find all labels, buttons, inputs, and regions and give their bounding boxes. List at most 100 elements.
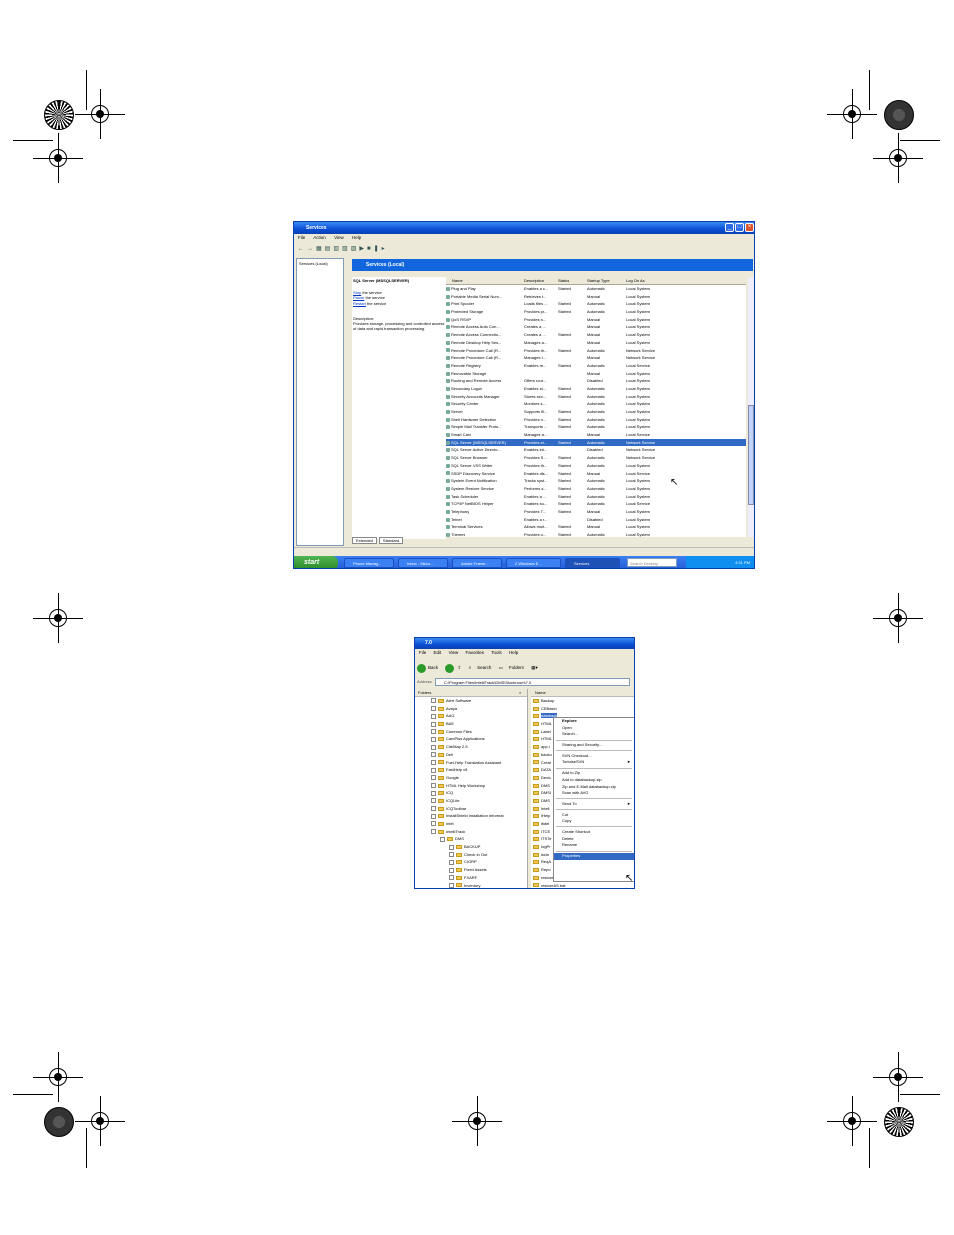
folder-tree-item[interactable]: AAG bbox=[415, 712, 527, 720]
service-row[interactable]: Shell Hardware Detection Provides n... Sta… bbox=[446, 416, 746, 424]
context-menu-item[interactable]: Add to databackup.zip bbox=[554, 777, 634, 784]
expand-icon[interactable] bbox=[449, 867, 454, 873]
menu-action[interactable]: Action bbox=[313, 235, 326, 240]
folder-tree-item[interactable]: HTML Help Workshop bbox=[415, 782, 527, 790]
service-row[interactable]: Task Scheduler Enables a ... Started Automa… bbox=[446, 493, 746, 501]
context-menu-item[interactable]: SVN Checkout... bbox=[554, 753, 634, 760]
expand-icon[interactable] bbox=[431, 783, 436, 788]
taskbar-item-inbox[interactable]: Inbox - Micro... bbox=[398, 558, 448, 568]
maximize-button[interactable]: □ bbox=[735, 223, 744, 232]
desktop-search-input[interactable]: Search Desktop bbox=[627, 558, 677, 567]
file-item[interactable]: Backup bbox=[531, 697, 634, 705]
column-description[interactable]: Description bbox=[524, 277, 544, 284]
service-row[interactable]: Plug and Play Enables a c... Started Automa… bbox=[446, 285, 746, 293]
context-menu-item[interactable]: Create Shortcut bbox=[554, 829, 634, 836]
context-menu-item[interactable]: Rename bbox=[554, 842, 634, 849]
context-menu-item[interactable]: Cut bbox=[554, 812, 634, 819]
close-folders-icon[interactable]: × bbox=[519, 689, 521, 696]
start-button[interactable]: start bbox=[294, 556, 338, 568]
service-row[interactable]: Terminal Services Allows mult... Started Ma… bbox=[446, 523, 746, 531]
folder-tree-item[interactable]: Common Files bbox=[415, 728, 527, 736]
service-row[interactable]: TCP/IP NetBIOS Helper Enables su... Starte… bbox=[446, 500, 746, 508]
folder-tree-item[interactable]: ICQLite bbox=[415, 797, 527, 805]
expand-icon[interactable] bbox=[431, 813, 436, 819]
folder-tree-item[interactable]: DMS bbox=[415, 835, 527, 843]
back-arrow-icon[interactable]: ← bbox=[298, 246, 307, 252]
folder-tree-item[interactable]: ICQToolbar bbox=[415, 805, 527, 813]
context-menu-item[interactable]: Scan with AVG bbox=[554, 790, 634, 797]
restart-service-link[interactable]: Restart bbox=[353, 301, 366, 306]
column-status[interactable]: Status bbox=[558, 277, 569, 284]
column-startup-type[interactable]: Startup Type bbox=[587, 277, 610, 284]
expand-icon[interactable] bbox=[431, 752, 436, 758]
service-row[interactable]: Protected Storage Provides pr... Started Au… bbox=[446, 308, 746, 316]
expand-icon[interactable] bbox=[431, 706, 436, 712]
tab-standard[interactable]: Standard bbox=[378, 537, 404, 544]
service-row[interactable]: Security Accounts Manager Stores sec... St… bbox=[446, 393, 746, 401]
folder-tree-item[interactable]: CiteMap 2.5 bbox=[415, 743, 527, 751]
file-item[interactable]: CEBatch bbox=[531, 705, 634, 713]
folder-tree-item[interactable]: IntelliTrack bbox=[415, 828, 527, 836]
expand-icon[interactable] bbox=[449, 882, 454, 888]
services-scrollbar[interactable] bbox=[748, 277, 754, 537]
service-row[interactable]: Routing and Remote Access Offers rout... D… bbox=[446, 377, 746, 385]
expand-icon[interactable] bbox=[431, 759, 436, 765]
folder-tree-item[interactable]: FXARF bbox=[415, 874, 527, 882]
folder-tree-item[interactable]: FastHelp v5 bbox=[415, 766, 527, 774]
expand-icon[interactable] bbox=[449, 852, 454, 858]
folder-tree-item[interactable]: Dell bbox=[415, 751, 527, 759]
stop-service-icon[interactable]: ■ bbox=[367, 246, 374, 252]
taskbar-item-phone[interactable]: Phone Manag... bbox=[344, 558, 394, 568]
menu-edit[interactable]: Edit bbox=[434, 650, 442, 655]
service-row[interactable]: Print Spooler Loads files ... Started Autom… bbox=[446, 300, 746, 308]
taskbar-item-services[interactable]: Services bbox=[565, 558, 620, 568]
views-icon[interactable]: ▦▾ bbox=[531, 665, 538, 670]
folder-tree-item[interactable]: Intel bbox=[415, 820, 527, 828]
folder-tree-item[interactable]: BAE bbox=[415, 720, 527, 728]
taskbar-item-explorer[interactable]: 2 Windows E... bbox=[506, 558, 561, 568]
menu-help[interactable]: Help bbox=[509, 650, 518, 655]
restart-service-icon[interactable]: ▸ bbox=[382, 246, 388, 252]
context-menu-item[interactable]: Send To ► bbox=[554, 801, 634, 808]
close-button[interactable]: × bbox=[745, 223, 754, 232]
forward-arrow-icon[interactable]: → bbox=[307, 246, 316, 252]
expand-icon[interactable] bbox=[431, 729, 436, 735]
context-menu-item[interactable]: Add to Zip bbox=[554, 770, 634, 777]
file-item[interactable]: restoreAS.bat bbox=[531, 882, 634, 889]
context-menu-item[interactable]: Open bbox=[554, 725, 634, 732]
expand-icon[interactable] bbox=[440, 836, 445, 842]
address-input[interactable]: C:\Program Files\IntelliTrack\DMS\Stockr… bbox=[435, 678, 630, 686]
expand-icon[interactable] bbox=[431, 775, 436, 781]
service-row[interactable]: Telnet Enables a r... Disabled Local System bbox=[446, 516, 746, 524]
scrollbar-thumb[interactable] bbox=[748, 405, 754, 505]
menu-favorites[interactable]: Favorites bbox=[466, 650, 485, 655]
tab-extended[interactable]: Extended bbox=[352, 537, 377, 544]
menu-view[interactable]: View bbox=[449, 650, 459, 655]
service-row[interactable]: SQL Server VSS Writer Provides th... Start… bbox=[446, 462, 746, 470]
context-menu-item[interactable]: Zip and E-Mail databackup.zip bbox=[554, 784, 634, 791]
folder-tree-item[interactable]: Fixed Assets bbox=[415, 866, 527, 874]
expand-icon[interactable] bbox=[449, 844, 454, 850]
expand-icon[interactable] bbox=[431, 721, 436, 727]
service-row[interactable]: Remote Procedure Call (R... Manages t... M… bbox=[446, 354, 746, 362]
back-icon[interactable] bbox=[417, 663, 426, 673]
service-row[interactable]: Telephony Provides T... Started Manual Local… bbox=[446, 508, 746, 516]
service-row[interactable]: System Restore Service Performs s... Start… bbox=[446, 485, 746, 493]
service-row[interactable]: Smart Card Manages a... Manual Local Servic… bbox=[446, 431, 746, 439]
service-row[interactable]: Themes Provides u... Started Automatic Local… bbox=[446, 531, 746, 539]
start-service-icon[interactable]: ▶ bbox=[359, 246, 367, 252]
service-row[interactable]: Remote Desktop Help Ses... Manages a... Ma… bbox=[446, 339, 746, 347]
service-row[interactable]: SSDP Discovery Service Enables dis... Star… bbox=[446, 470, 746, 478]
service-row[interactable]: Remote Access Auto Con... Creates a ... Ma… bbox=[446, 323, 746, 331]
menu-help[interactable]: Help bbox=[352, 235, 361, 240]
expand-icon[interactable] bbox=[431, 806, 436, 812]
context-menu-item[interactable]: Sharing and Security... bbox=[554, 742, 634, 749]
service-row[interactable]: SQL Server Active Directo... Enables int.… bbox=[446, 446, 746, 454]
export-icon[interactable]: ▧ bbox=[342, 246, 351, 252]
expand-icon[interactable] bbox=[431, 821, 436, 827]
service-row[interactable]: Remote Access Connectio... Creates a ... S… bbox=[446, 331, 746, 339]
folder-tree-item[interactable]: Inventory bbox=[415, 882, 527, 889]
folder-tree-item[interactable]: Google bbox=[415, 774, 527, 782]
folder-tree-item[interactable]: Avaya bbox=[415, 705, 527, 713]
menu-file[interactable]: File bbox=[419, 650, 426, 655]
